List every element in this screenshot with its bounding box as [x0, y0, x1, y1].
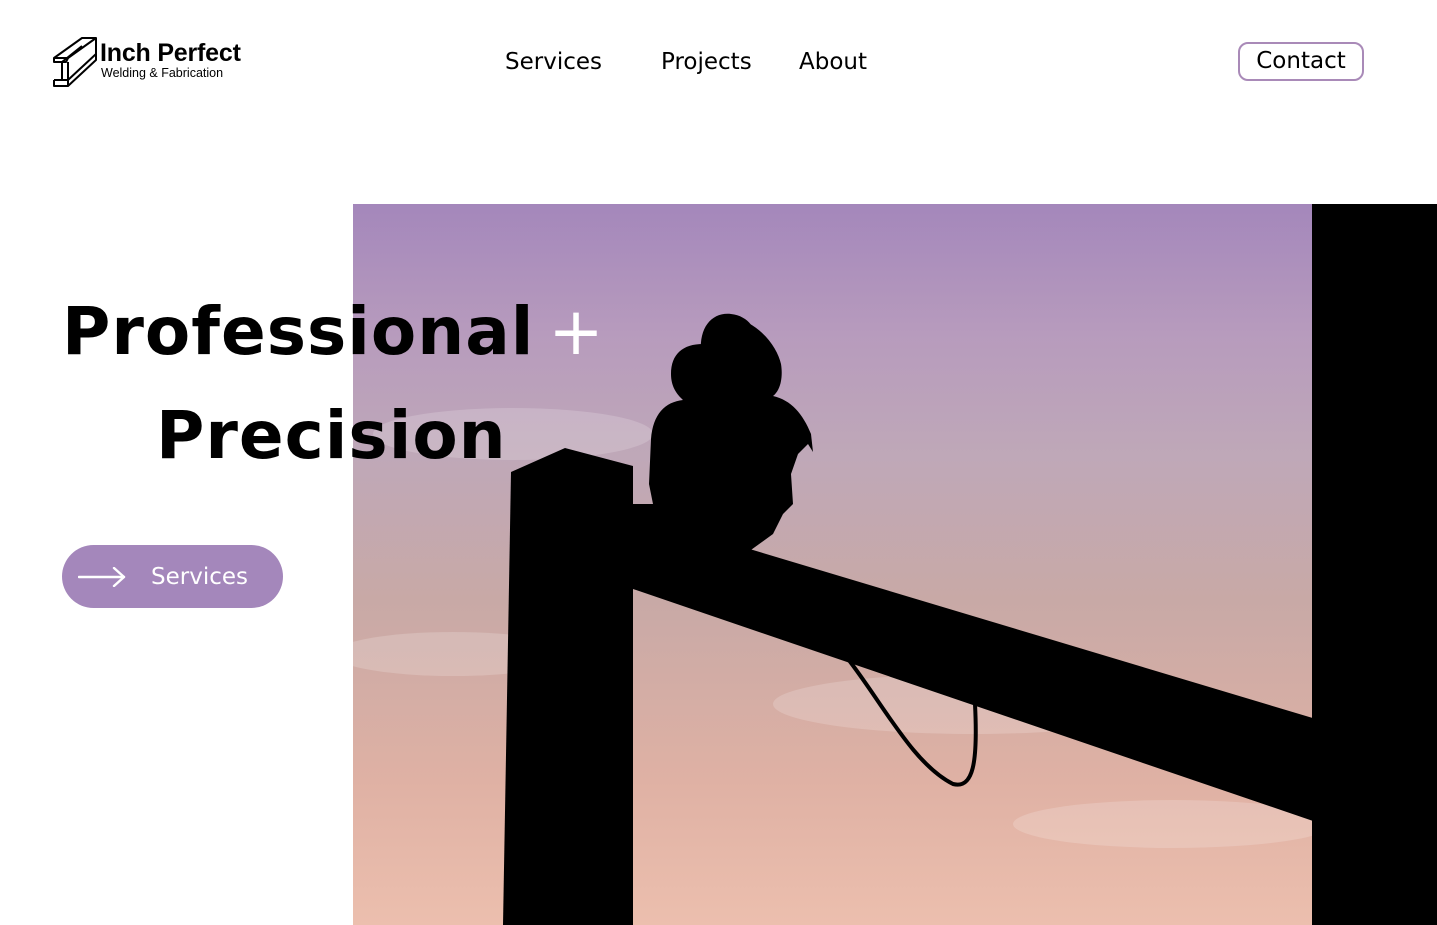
headline-precision: Precision	[156, 397, 507, 474]
plus-icon: +	[548, 293, 605, 370]
headline-line-1: Professional +	[62, 280, 605, 384]
nav-item-about[interactable]: About	[799, 46, 867, 78]
nav-item-services[interactable]: Services	[505, 46, 602, 78]
services-cta-button[interactable]: Services	[62, 545, 283, 608]
main-nav: Services Projects About	[0, 46, 1437, 78]
arrow-right-icon	[78, 566, 126, 587]
page: Inch Perfect Welding & Fabrication Servi…	[0, 0, 1437, 925]
cta-label: Services	[151, 563, 248, 590]
hero-headline: Professional + Precision	[62, 280, 605, 488]
contact-button[interactable]: Contact	[1238, 42, 1364, 81]
nav-item-projects[interactable]: Projects	[661, 46, 752, 78]
headline-professional: Professional	[62, 293, 535, 370]
